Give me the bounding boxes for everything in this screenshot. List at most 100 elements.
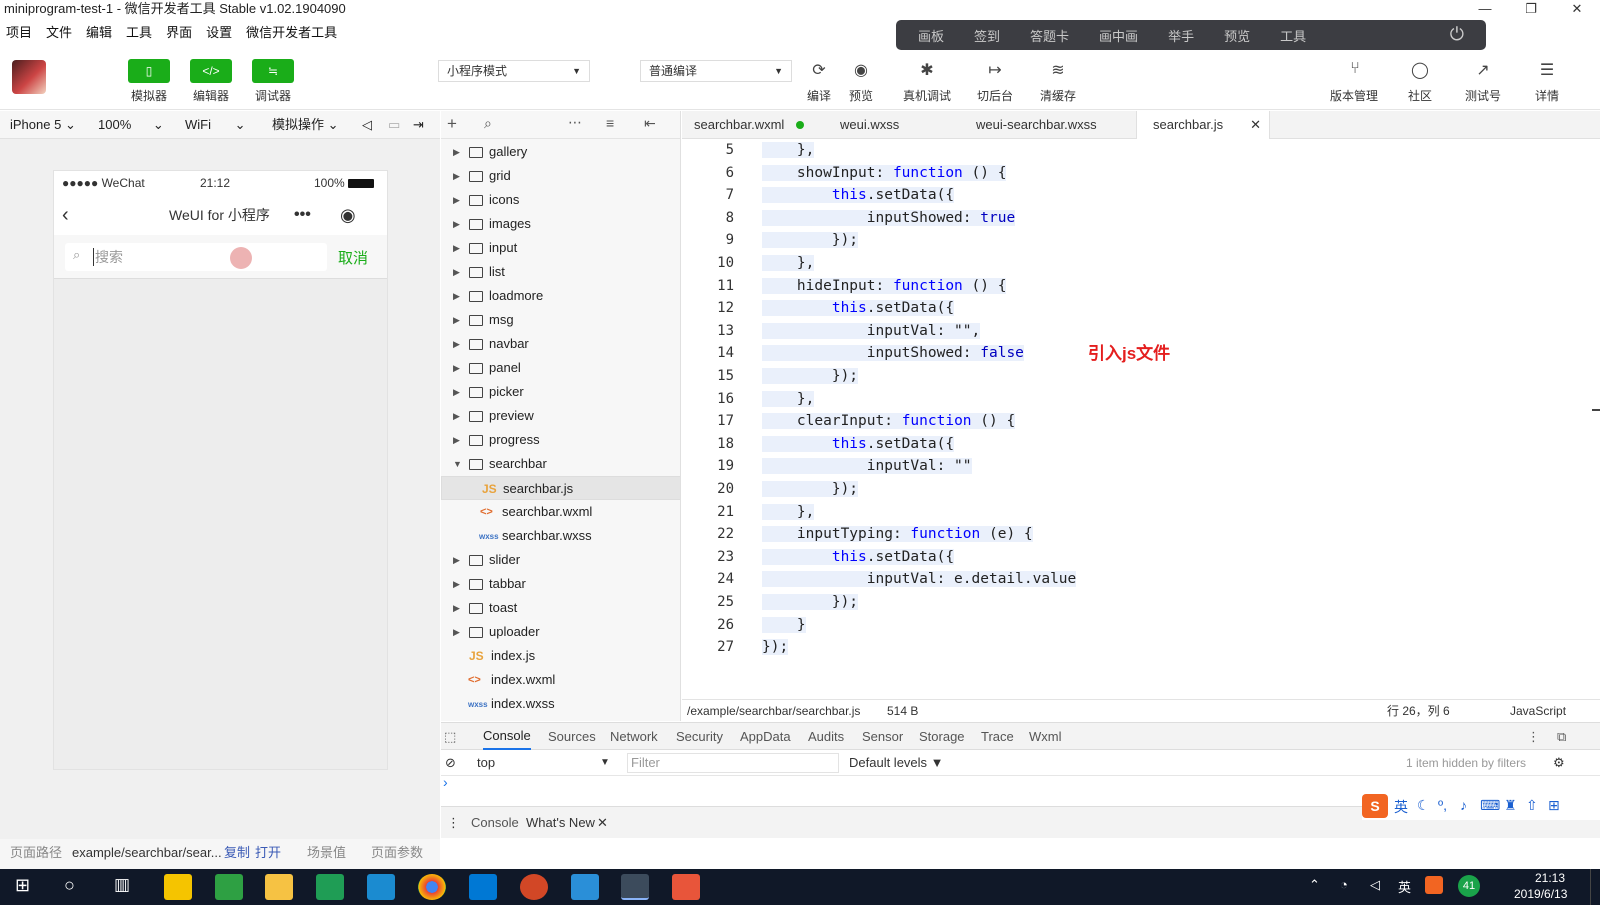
float-item-raise-hand[interactable]: 举手 — [1168, 26, 1194, 45]
code-line[interactable]: inputVal: e.detail.value — [762, 571, 1077, 588]
menu-settings[interactable]: 设置 — [206, 22, 232, 44]
code-line[interactable]: inputVal: "", — [762, 322, 981, 339]
tree-folder-loadmore[interactable]: ▶ loadmore — [441, 284, 680, 308]
ime-lang[interactable]: 英 — [1394, 797, 1408, 817]
tab-console[interactable]: Console — [483, 723, 531, 750]
layers-icon[interactable]: ≋ — [1038, 60, 1078, 80]
chrome-icon[interactable] — [418, 874, 446, 900]
code-line[interactable]: this.setData({ — [762, 435, 955, 452]
search-icon[interactable]: ⌕ — [484, 115, 492, 132]
test-account-button[interactable]: 测试号 — [1465, 87, 1501, 104]
background-button[interactable]: 切后台 — [977, 87, 1013, 104]
menu-tools[interactable]: 工具 — [126, 22, 152, 44]
drawer-menu-icon[interactable]: ⋮ — [447, 807, 460, 839]
vscode-icon[interactable] — [469, 874, 497, 900]
scene-value-button[interactable]: 场景值 — [307, 839, 346, 867]
skin-icon[interactable]: ♜ — [1504, 797, 1517, 814]
filter-input[interactable]: Filter — [627, 753, 839, 773]
target-icon[interactable]: ◉ — [340, 195, 356, 235]
windows-start-icon[interactable]: ⊞ — [15, 875, 30, 896]
float-item-pip[interactable]: 画中画 — [1099, 26, 1138, 45]
tree-root-file-index-wxml[interactable]: <> index.wxml — [441, 668, 680, 692]
more-icon[interactable]: ••• — [294, 195, 311, 235]
network-select[interactable]: WiFi ⌄ — [185, 111, 246, 139]
tree-folder-slider[interactable]: ▶ slider — [441, 548, 680, 572]
code-line[interactable]: }, — [762, 503, 815, 520]
add-file-icon[interactable]: + — [447, 114, 457, 134]
branch-icon[interactable]: ⑂ — [1335, 60, 1375, 78]
version-button[interactable]: 版本管理 — [1330, 87, 1378, 104]
copy-link[interactable]: 复制 — [224, 839, 250, 867]
code-line[interactable]: hideInput: function () { — [762, 277, 1007, 294]
community-button[interactable]: 社区 — [1408, 87, 1432, 104]
debugger-toggle-button[interactable]: ≒ — [252, 59, 294, 83]
sticky-notes-icon[interactable] — [164, 874, 192, 900]
refresh-icon[interactable]: ⟳ — [799, 60, 839, 80]
code-line[interactable]: inputVal: "" — [762, 458, 972, 475]
code-line[interactable]: }, — [762, 142, 815, 158]
camtasia-icon[interactable] — [215, 874, 243, 900]
tree-folder-panel[interactable]: ▶ panel — [441, 356, 680, 380]
code-line[interactable]: this.setData({ — [762, 300, 955, 317]
float-item-signin[interactable]: 签到 — [974, 26, 1000, 45]
volume-icon[interactable]: ◁ — [362, 111, 372, 139]
float-item-answer-card[interactable]: 答题卡 — [1030, 26, 1069, 45]
tree-root-file-index-wxss[interactable]: wxss index.wxss — [441, 692, 680, 716]
device-select[interactable]: iPhone 5 ⌄ — [10, 111, 76, 139]
code-line[interactable]: } — [762, 616, 806, 633]
code-line[interactable]: }); — [762, 232, 859, 249]
code-line[interactable]: }); — [762, 639, 789, 656]
tree-folder-navbar[interactable]: ▶ navbar — [441, 332, 680, 356]
tree-folder-list[interactable]: ▶ list — [441, 260, 680, 284]
clock-date[interactable]: 2019/6/13 — [1514, 887, 1567, 901]
float-item-tools[interactable]: 工具 — [1280, 26, 1306, 45]
compile-button[interactable]: 编译 — [807, 87, 831, 104]
menu-icon[interactable]: ☰ — [1527, 60, 1567, 80]
menu-view[interactable]: 界面 — [166, 22, 192, 44]
tab-weui-wxss[interactable]: weui.wxss — [830, 111, 909, 139]
toggle-panel-icon[interactable]: ⇤ — [644, 115, 656, 132]
restore-button[interactable]: ❐ — [1508, 0, 1554, 18]
tree-file-searchbar-wxss[interactable]: wxss searchbar.wxss — [441, 524, 680, 548]
clear-cache-button[interactable]: 清缓存 — [1040, 87, 1076, 104]
code-line[interactable]: }, — [762, 255, 815, 271]
remote-debug-button[interactable]: 真机调试 — [903, 87, 951, 104]
close-button[interactable]: ✕ — [1554, 0, 1600, 18]
operation-select[interactable]: 模拟操作 ⌄ — [272, 111, 339, 139]
bug-icon[interactable]: ✱ — [907, 60, 947, 80]
code-line[interactable]: }); — [762, 594, 859, 610]
tree-folder-grid[interactable]: ▶ grid — [441, 164, 680, 188]
menu-edit[interactable]: 编辑 — [86, 22, 112, 44]
search-circle-icon[interactable]: ○ — [64, 875, 75, 896]
code-line[interactable]: }, — [762, 390, 815, 407]
tree-file-searchbar-js[interactable]: JS searchbar.js — [441, 476, 680, 500]
tree-folder-searchbar[interactable]: ▼ searchbar — [441, 452, 680, 476]
dock-icon[interactable]: ⧉ — [1557, 723, 1566, 750]
camtasia-recorder-icon[interactable] — [672, 874, 700, 900]
inspect-icon[interactable]: ⬚ — [444, 723, 456, 750]
gear-icon[interactable]: ⚙ — [1553, 750, 1565, 776]
drawer-tab-whats-new[interactable]: What's New — [526, 807, 595, 839]
compile-select[interactable]: 普通编译 ▼ — [640, 60, 792, 82]
code-line[interactable]: this.setData({ — [762, 548, 955, 565]
tree-folder-tabbar[interactable]: ▶ tabbar — [441, 572, 680, 596]
tree-folder-input[interactable]: ▶ input — [441, 236, 680, 260]
tree-folder-picker[interactable]: ▶ picker — [441, 380, 680, 404]
tree-folder-icons[interactable]: ▶ icons — [441, 188, 680, 212]
app-icon[interactable] — [571, 874, 599, 900]
power-icon[interactable]: ⏻ — [1450, 24, 1464, 45]
tab-sources[interactable]: Sources — [548, 723, 596, 750]
sogou-tray-icon[interactable] — [1425, 876, 1443, 894]
code-line[interactable]: clearInput: function () { — [762, 413, 1016, 430]
moon-icon[interactable]: ☾ — [1417, 797, 1430, 814]
menu-project[interactable]: 项目 — [6, 22, 32, 44]
tab-storage[interactable]: Storage — [919, 723, 965, 750]
mic-icon[interactable]: ♪ — [1460, 797, 1467, 813]
chevron-up-icon[interactable]: ⌃ — [1309, 877, 1320, 893]
menu-wechat-devtools[interactable]: 微信开发者工具 — [246, 22, 337, 44]
code-line[interactable]: this.setData({ — [762, 187, 955, 204]
tab-searchbar-wxml[interactable]: searchbar.wxml — [684, 111, 814, 139]
tab-audits[interactable]: Audits — [808, 723, 844, 750]
minimize-button[interactable]: — — [1462, 0, 1508, 18]
tab-wxml[interactable]: Wxml — [1029, 723, 1062, 750]
